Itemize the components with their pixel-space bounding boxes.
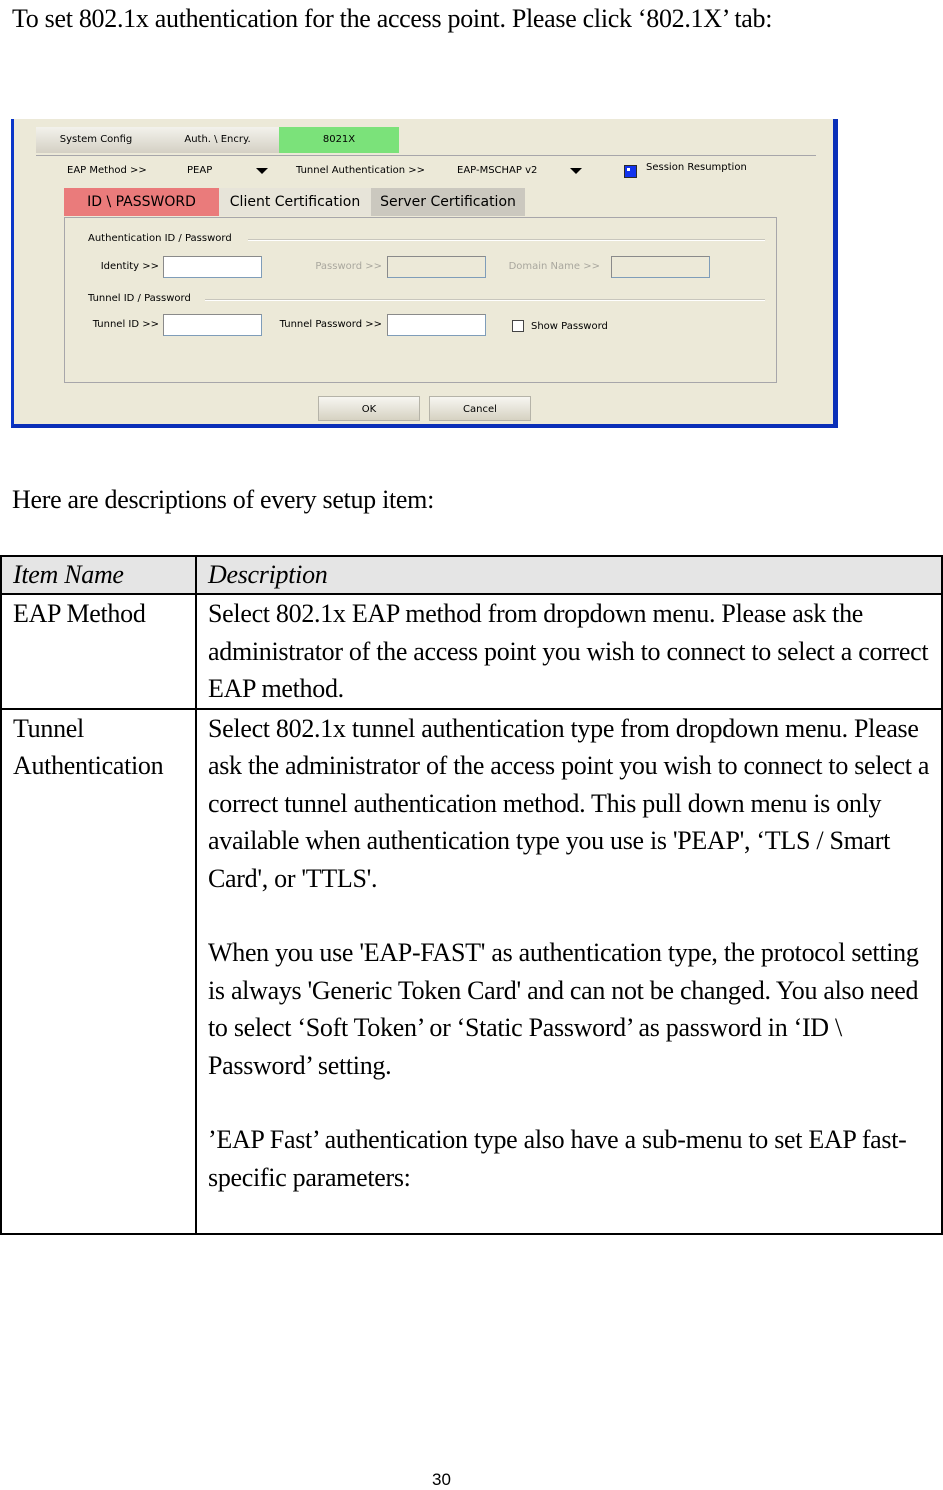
description-cell: Select 802.1x EAP method from dropdown m…	[195, 593, 943, 710]
session-resumption-label: Session Resumption	[646, 162, 747, 173]
chevron-down-icon[interactable]	[256, 168, 268, 174]
top-tab-bar: System Config Auth. \ Encry. 8021X	[36, 127, 816, 156]
domain-name-input[interactable]	[611, 256, 710, 278]
id-password-panel: Authentication ID / Password Identity >>…	[64, 217, 777, 383]
group-tunnel-title: Tunnel ID / Password	[88, 293, 191, 304]
tunnel-password-label: Tunnel Password >>	[279, 319, 382, 330]
chevron-down-icon[interactable]	[570, 168, 582, 174]
tab-server-certification[interactable]: Server Certification	[371, 188, 525, 216]
description-paragraph: When you use 'EAP-FAST' as authenticatio…	[208, 938, 919, 1080]
identity-input[interactable]	[163, 256, 262, 278]
password-label: Password >>	[315, 261, 382, 272]
item-name-cell: Tunnel Authentication	[0, 707, 197, 1235]
group-divider	[248, 239, 765, 241]
item-name-cell: EAP Method	[0, 593, 197, 710]
tunnel-auth-label: Tunnel Authentication >>	[296, 165, 426, 176]
tunnel-id-label: Tunnel ID >>	[92, 319, 159, 330]
description-paragraph: ’EAP Fast’ authentication type also have…	[208, 1125, 907, 1192]
tab-id-password[interactable]: ID \ PASSWORD	[64, 188, 219, 216]
ok-button[interactable]: OK	[318, 396, 420, 421]
tunnel-password-input[interactable]	[387, 314, 486, 336]
description-cell: Select 802.1x tunnel authentication type…	[195, 707, 943, 1235]
tunnel-id-input[interactable]	[163, 314, 262, 336]
description-paragraph: Select 802.1x EAP method from dropdown m…	[208, 599, 929, 703]
eap-method-label: EAP Method >>	[67, 165, 147, 176]
tab-client-certification[interactable]: Client Certification	[219, 188, 371, 216]
header-item-name: Item Name	[0, 555, 197, 595]
tunnel-auth-select[interactable]: EAP-MSCHAP v2	[457, 163, 537, 179]
session-resumption-checkbox[interactable]	[624, 165, 637, 178]
tab-system-config[interactable]: System Config	[36, 127, 156, 153]
tab-auth-encry[interactable]: Auth. \ Encry.	[156, 127, 279, 153]
description-paragraph: Select 802.1x tunnel authentication type…	[208, 713, 930, 893]
setup-items-table: Item Name Description EAP Method Select …	[0, 555, 943, 1235]
tab-8021x[interactable]: 8021X	[279, 127, 399, 153]
header-description: Description	[195, 555, 943, 595]
cancel-button[interactable]: Cancel	[429, 396, 531, 421]
table-header-row: Item Name Description	[0, 555, 943, 595]
password-input[interactable]	[387, 256, 486, 278]
show-password-label: Show Password	[531, 321, 608, 332]
show-password-checkbox[interactable]	[512, 320, 524, 332]
table-row: Tunnel Authentication Select 802.1x tunn…	[0, 707, 943, 1235]
group-auth-title: Authentication ID / Password	[88, 233, 232, 244]
dialog-8021x-screenshot: System Config Auth. \ Encry. 8021X EAP M…	[11, 119, 838, 428]
identity-label: Identity >>	[100, 261, 159, 272]
group-divider	[205, 299, 765, 301]
table-row: EAP Method Select 802.1x EAP method from…	[0, 593, 943, 710]
section-subheading: Here are descriptions of every setup ite…	[12, 485, 435, 514]
page-number: 30	[432, 1470, 451, 1489]
domain-name-label: Domain Name >>	[508, 261, 600, 272]
eap-method-select[interactable]: PEAP	[187, 163, 212, 179]
intro-text: To set 802.1x authentication for the acc…	[12, 4, 773, 33]
